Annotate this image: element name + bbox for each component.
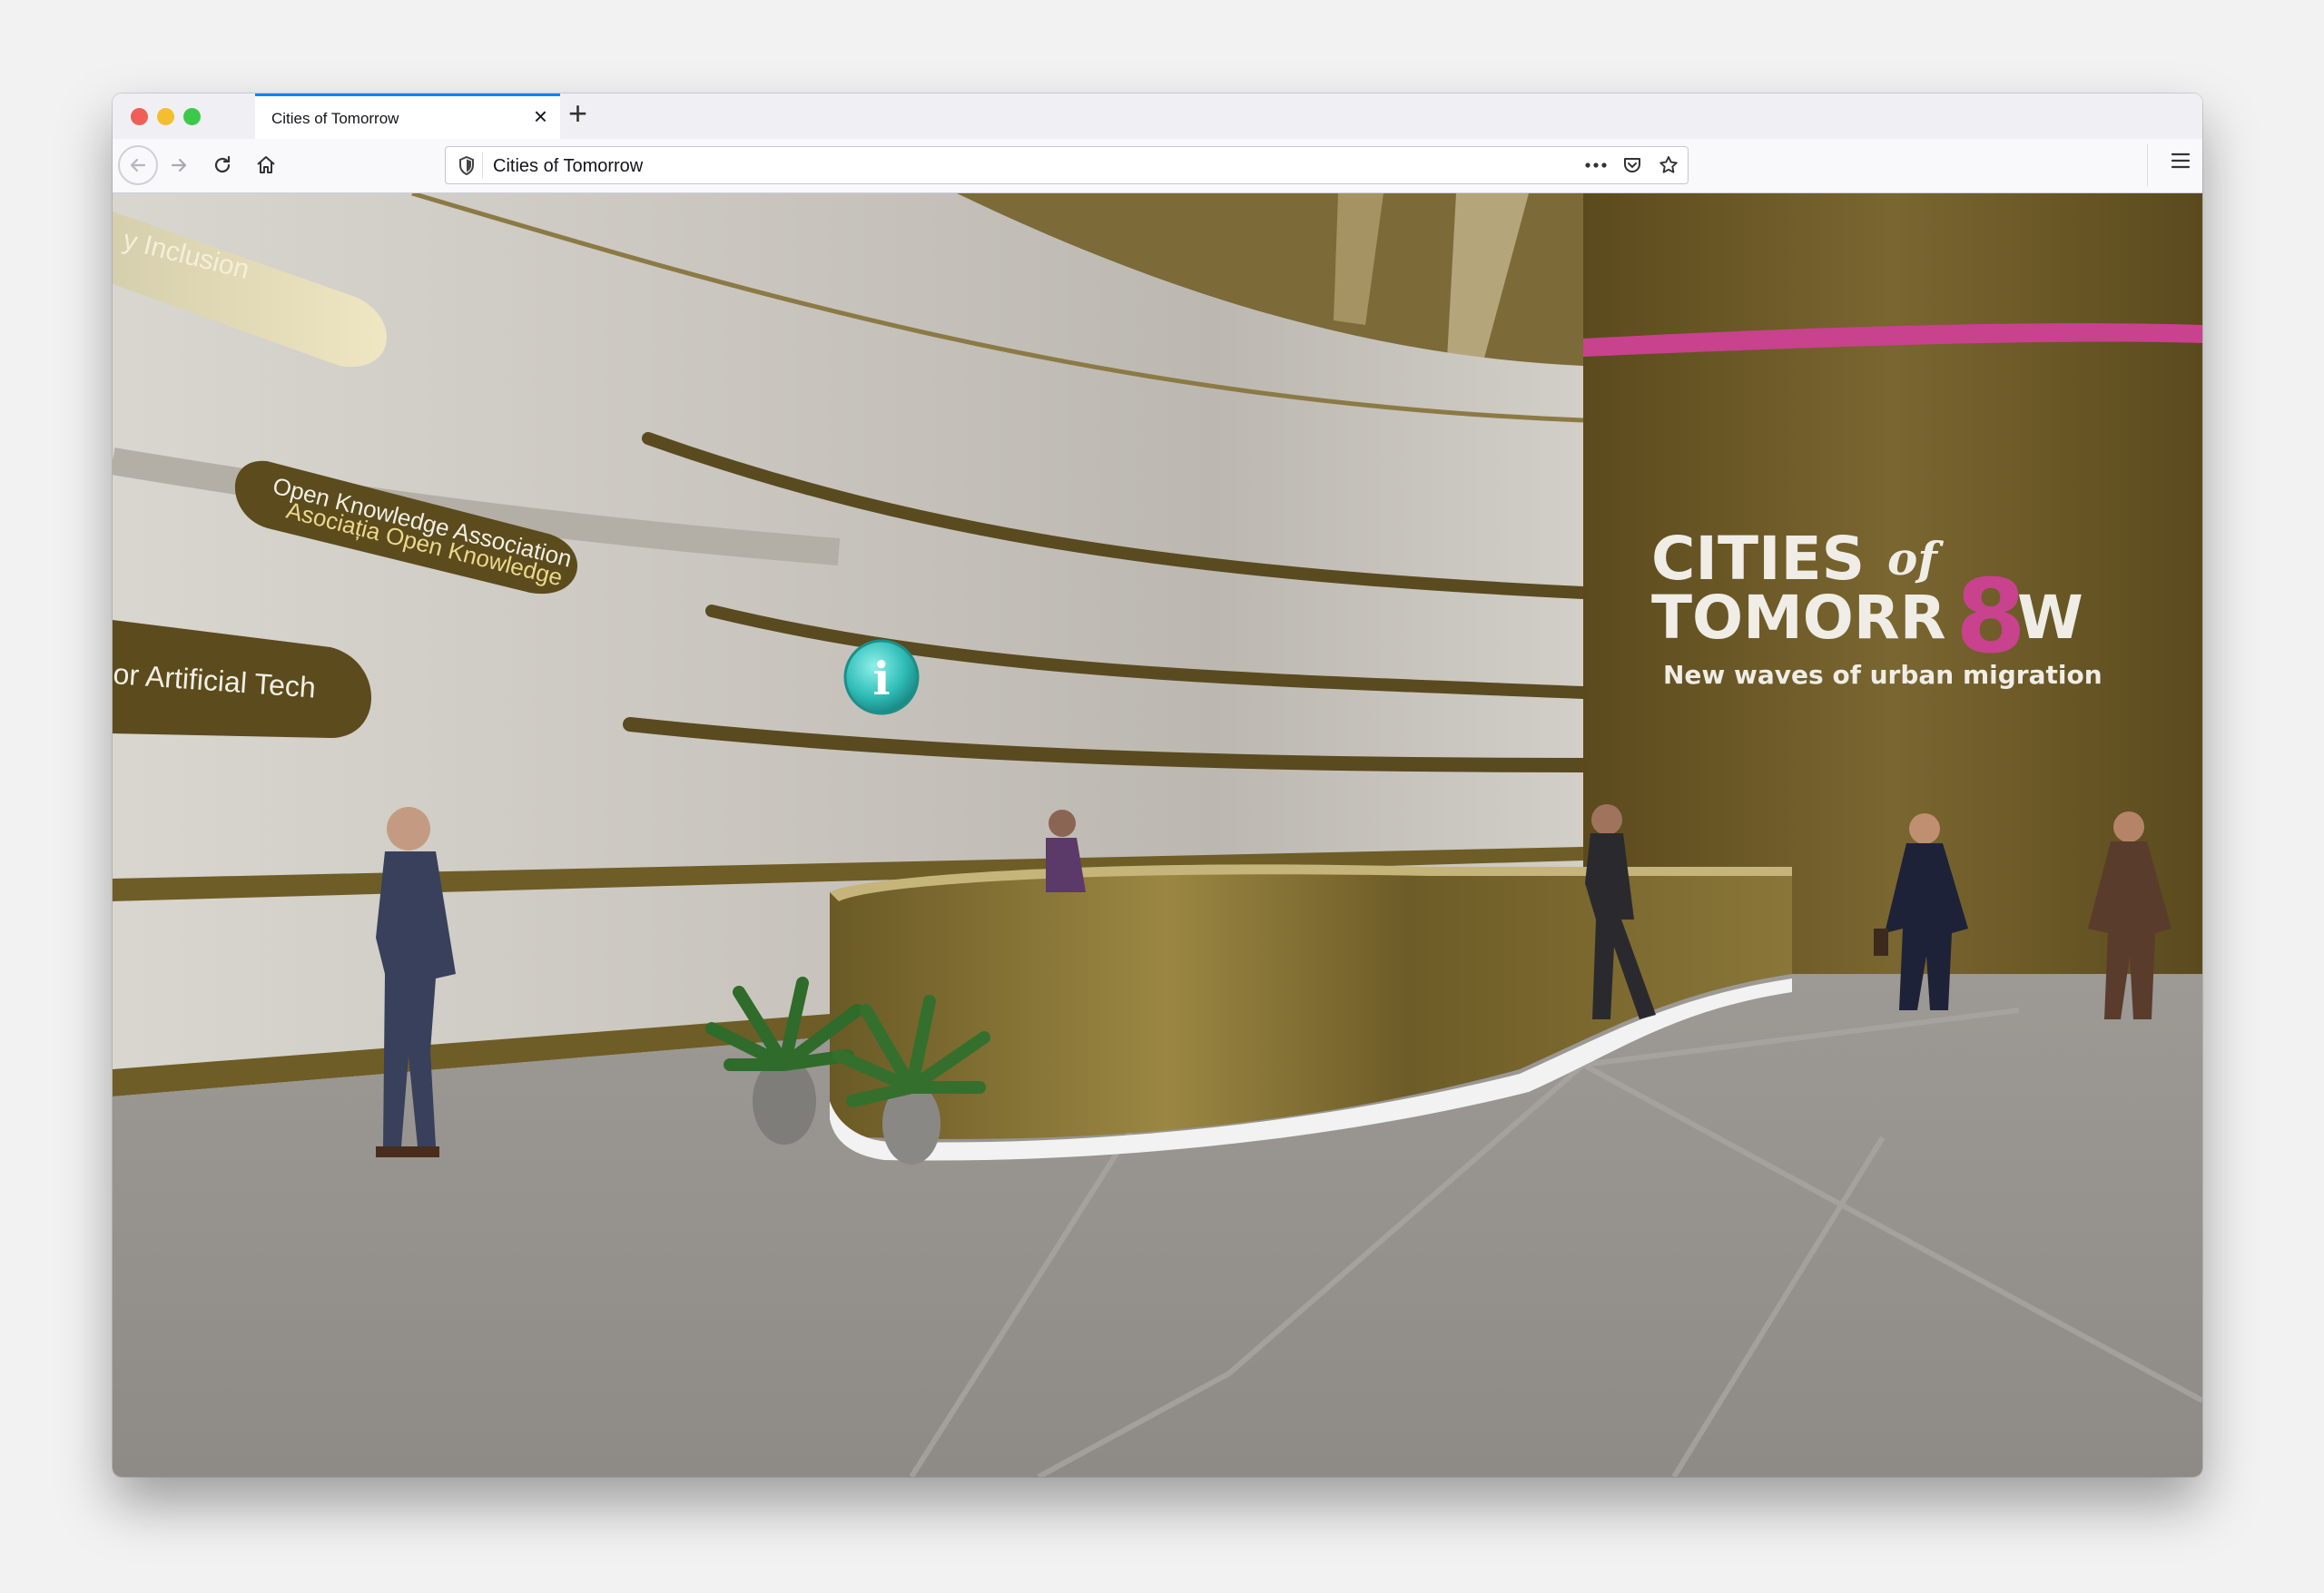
navigation-bar: Cities of Tomorrow — [113, 139, 2202, 193]
url-actions — [1582, 152, 1682, 179]
back-button[interactable] — [118, 145, 158, 185]
tab-cities-of-tomorrow[interactable]: Cities of Tomorrow × — [255, 93, 560, 139]
logo-tagline: New waves of urban migration — [1663, 660, 2102, 690]
star-icon[interactable] — [1655, 152, 1682, 179]
plus-icon[interactable]: + — [568, 97, 587, 130]
close-icon[interactable]: × — [534, 104, 547, 128]
pocket-icon[interactable] — [1619, 152, 1646, 179]
tab-bar: Cities of Tomorrow × + — [113, 93, 2202, 140]
virtual-lobby-viewport[interactable]: y Inclusion Open Knowledge Association A… — [113, 193, 2202, 1477]
info-icon[interactable]: i — [843, 639, 920, 715]
virtual-lobby-scene[interactable]: y Inclusion Open Knowledge Association A… — [113, 193, 2202, 1477]
close-window-button[interactable] — [131, 108, 148, 125]
arrow-right-icon — [171, 158, 187, 172]
home-icon — [257, 156, 275, 173]
logo-tomorr: TOMORR — [1651, 583, 1946, 653]
hamburger-icon[interactable] — [2170, 151, 2191, 175]
info-glyph: i — [873, 652, 891, 705]
arrow-left-icon — [130, 158, 146, 172]
logo-8: 8 — [1955, 558, 2026, 676]
logo-of: of — [1887, 532, 1944, 585]
url-separator — [482, 152, 483, 178]
reload-icon — [214, 155, 231, 173]
shield-icon[interactable] — [457, 154, 477, 182]
browser-window: Cities of Tomorrow × + Cities of Tomorro… — [113, 93, 2202, 1477]
more-icon[interactable] — [1582, 152, 1610, 179]
reload-button[interactable] — [205, 148, 240, 182]
url-bar[interactable]: Cities of Tomorrow — [445, 146, 1689, 184]
home-button[interactable] — [249, 148, 283, 182]
maximize-window-button[interactable] — [183, 108, 201, 125]
forward-button[interactable] — [162, 148, 196, 182]
tab-title: Cities of Tomorrow — [271, 110, 399, 127]
logo-w: W — [2017, 583, 2083, 653]
minimize-window-button[interactable] — [157, 108, 174, 125]
toolbar-separator — [2147, 144, 2148, 186]
url-text[interactable]: Cities of Tomorrow — [493, 156, 643, 177]
